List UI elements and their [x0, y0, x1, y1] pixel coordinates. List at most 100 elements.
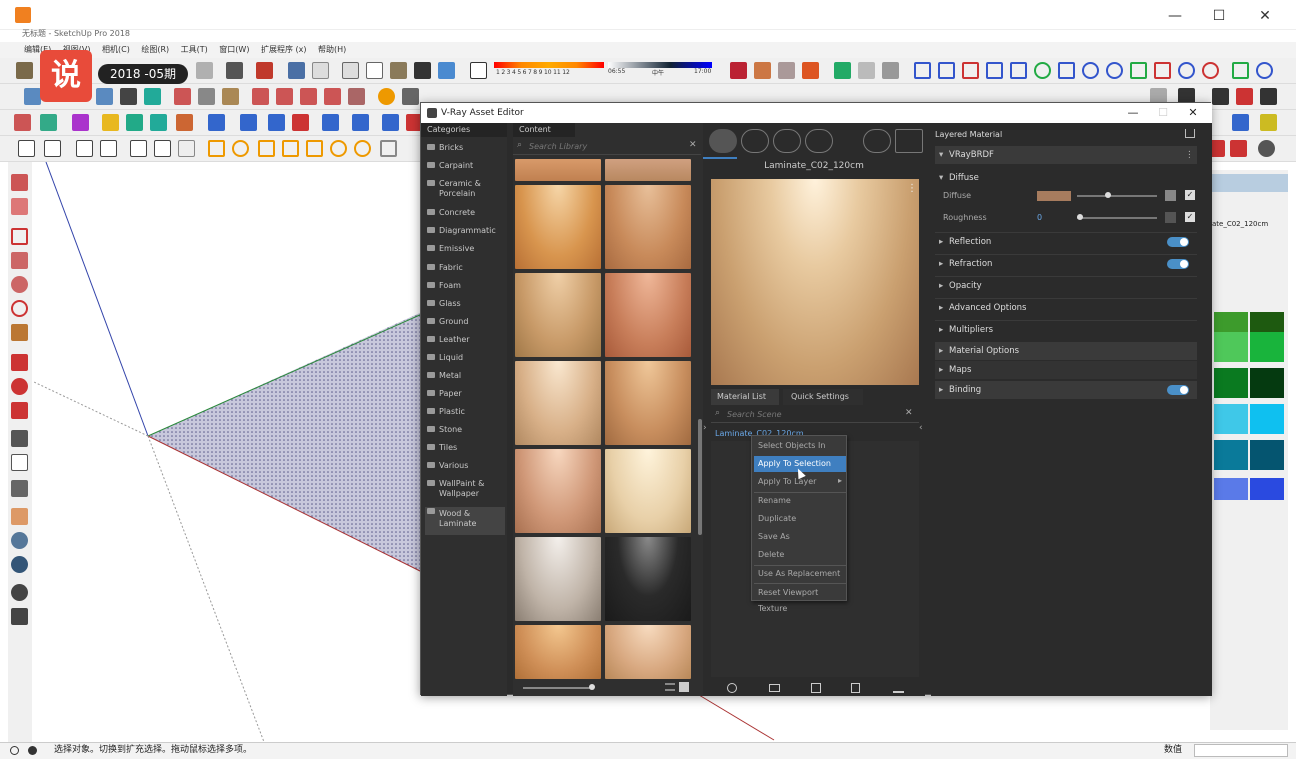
material-swatch[interactable] [1214, 478, 1248, 500]
draw-tool-icon[interactable] [1202, 62, 1219, 79]
category-diagrammatic[interactable]: Diagrammatic [425, 226, 505, 236]
material-swatch[interactable] [1250, 440, 1284, 470]
category-stone[interactable]: Stone [425, 425, 505, 435]
material-thumbnail[interactable] [605, 625, 691, 679]
section-material-options[interactable]: Material Options [935, 342, 1197, 360]
material-thumbnail[interactable] [515, 159, 601, 181]
component-icon[interactable] [288, 62, 305, 79]
category-tiles[interactable]: Tiles [425, 443, 505, 453]
iso-view-icon[interactable] [24, 88, 41, 105]
plugin-icon[interactable] [1258, 140, 1275, 157]
plugin-icon[interactable] [778, 62, 795, 79]
category-fabric[interactable]: Fabric [425, 263, 505, 273]
open-file-icon[interactable] [769, 684, 780, 692]
plugin-icon[interactable] [208, 140, 225, 157]
lock-icon[interactable] [178, 140, 195, 157]
walk-icon[interactable] [11, 608, 28, 625]
plugin-icon[interactable] [14, 114, 31, 131]
plugin-icon[interactable] [276, 88, 293, 105]
plugin-icon[interactable] [232, 140, 249, 157]
category-carpaint[interactable]: Carpaint [425, 161, 505, 171]
axes-tool-icon[interactable] [11, 480, 28, 497]
draw-tool-icon[interactable] [938, 62, 955, 79]
plugin-icon[interactable] [378, 88, 395, 105]
lights-category-icon[interactable] [741, 129, 769, 153]
brdf-options-icon[interactable]: ⋮ [1185, 146, 1194, 164]
clear-search-icon[interactable]: ✕ [689, 140, 697, 150]
vray-maximize-button[interactable]: ☐ [1153, 103, 1173, 123]
maximize-button[interactable]: ☐ [1204, 6, 1234, 26]
category-plastic[interactable]: Plastic [425, 407, 505, 417]
plugin-icon[interactable] [382, 114, 399, 131]
material-thumbnail[interactable] [605, 537, 691, 621]
section-icon[interactable] [438, 62, 455, 79]
draw-tool-icon[interactable] [1232, 62, 1249, 79]
plugin-icon[interactable] [324, 88, 341, 105]
eraser-icon[interactable] [11, 198, 28, 215]
roughness-checkbox[interactable]: ✓ [1185, 212, 1195, 222]
plugin-icon[interactable] [1260, 114, 1277, 131]
frame-buffer-icon[interactable] [895, 129, 923, 153]
plugin-icon[interactable] [258, 140, 275, 157]
material-preview-image[interactable] [711, 179, 919, 385]
plugin-icon[interactable] [120, 88, 137, 105]
menu-item-draw[interactable]: 绘图(R) [141, 42, 169, 58]
menu-select-objects[interactable]: Select Objects In Scene [754, 438, 846, 466]
material-swatch[interactable] [1214, 440, 1248, 470]
group-icon[interactable] [312, 62, 329, 79]
plugin-icon[interactable] [1260, 88, 1277, 105]
collapse-left-icon[interactable]: › [703, 423, 707, 433]
material-list-tab[interactable]: Material List [711, 389, 779, 405]
category-ceramic[interactable]: Ceramic & Porcelain [425, 179, 505, 199]
menu-item-help[interactable]: 帮助(H) [318, 42, 346, 58]
offset-icon[interactable] [11, 402, 28, 419]
menu-reset-viewport-texture[interactable]: Reset Viewport Texture [754, 585, 846, 613]
circle-tool-icon[interactable] [11, 276, 28, 293]
plugin-icon[interactable] [1232, 114, 1249, 131]
plugin-icon[interactable] [1212, 88, 1229, 105]
menu-item-camera[interactable]: 相机(C) [102, 42, 130, 58]
draw-tool-icon[interactable] [1178, 62, 1195, 79]
plugin-icon[interactable] [306, 140, 323, 157]
vray-close-button[interactable]: ✕ [1183, 103, 1203, 123]
category-bricks[interactable]: Bricks [425, 143, 505, 153]
list-view-icon[interactable] [665, 683, 675, 691]
plugin-icon[interactable] [174, 88, 191, 105]
plugin-icon[interactable] [222, 88, 239, 105]
menu-rename[interactable]: Rename [754, 493, 846, 509]
plugin-icon[interactable] [292, 114, 309, 131]
category-liquid[interactable]: Liquid [425, 353, 505, 363]
orbit-icon[interactable] [11, 508, 28, 525]
material-thumbnail[interactable] [605, 449, 691, 533]
section-refraction[interactable]: Refraction [935, 254, 1197, 273]
props-export-icon[interactable] [1185, 129, 1195, 138]
plugin-icon[interactable] [1230, 140, 1247, 157]
plugin-icon[interactable] [240, 114, 257, 131]
plugin-icon[interactable] [730, 62, 747, 79]
plugin-icon[interactable] [72, 114, 89, 131]
plugin-icon[interactable] [208, 114, 225, 131]
plugin-icon[interactable] [330, 140, 347, 157]
reflection-toggle[interactable] [1167, 237, 1189, 247]
plugin-icon[interactable] [348, 88, 365, 105]
redo-icon[interactable] [196, 62, 213, 79]
plugin-icon[interactable] [322, 114, 339, 131]
menu-item-tools[interactable]: 工具(T) [181, 42, 208, 58]
select-tool-icon[interactable] [11, 174, 28, 191]
library-search[interactable]: ⌕ Search Library ✕ [513, 139, 701, 155]
material-swatch[interactable] [1214, 332, 1248, 362]
content-scrollbar[interactable] [698, 419, 702, 535]
plugin-icon[interactable] [282, 140, 299, 157]
arc-icon[interactable] [1106, 62, 1123, 79]
draw-tool-icon[interactable] [962, 62, 979, 79]
material-swatch[interactable] [1250, 332, 1284, 362]
roughness-value[interactable]: 0 [1037, 213, 1042, 222]
material-thumbnail[interactable] [515, 273, 601, 357]
category-wallpaint[interactable]: WallPaint & Wallpaper [425, 479, 505, 499]
diffuse-texture-icon[interactable] [1165, 190, 1176, 201]
teapot-icon[interactable] [44, 140, 61, 157]
rotate-icon[interactable] [11, 378, 28, 395]
category-leather[interactable]: Leather [425, 335, 505, 345]
plugin-icon[interactable] [352, 114, 369, 131]
shadow-month-slider[interactable]: 1 2 3 4 5 6 7 8 9 10 11 12 [494, 62, 604, 80]
